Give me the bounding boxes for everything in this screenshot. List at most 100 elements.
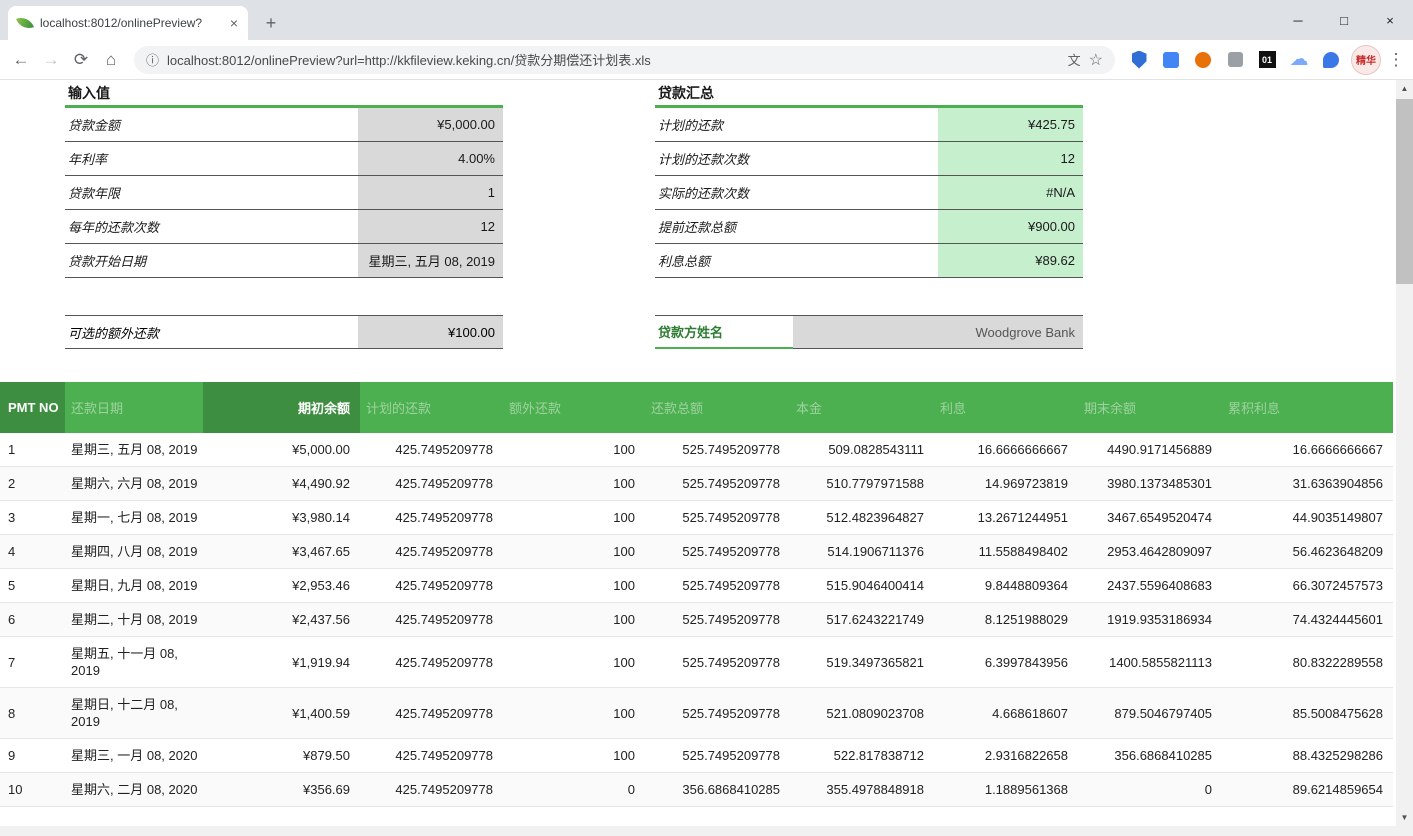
- vertical-scrollbar-thumb[interactable]: [1396, 99, 1413, 284]
- summary-label: 提前还款总额: [655, 210, 938, 243]
- cell-cumulative-interest: 85.5008475628: [1222, 706, 1393, 721]
- input-value: 1: [358, 176, 503, 209]
- cell-interest: 14.969723819: [934, 476, 1078, 491]
- cell-end-balance: 1400.5855821113: [1078, 655, 1222, 670]
- summary-value: #N/A: [938, 176, 1083, 209]
- extra-payment-label: 可选的额外还款: [65, 316, 358, 348]
- profile-avatar[interactable]: 精华: [1351, 45, 1381, 75]
- cell-principal: 521.0809023708: [790, 706, 934, 721]
- cell-begin-balance: ¥879.50: [203, 748, 360, 763]
- cell-pmt-no: 1: [0, 442, 65, 457]
- cell-cumulative-interest: 66.3072457573: [1222, 578, 1393, 593]
- cell-scheduled-payment: 425.7495209778: [360, 748, 503, 763]
- input-value: 4.00%: [358, 142, 503, 175]
- cell-begin-balance: ¥1,919.94: [203, 655, 360, 670]
- input-label: 贷款金额: [65, 108, 358, 141]
- input-row: 年利率 4.00%: [65, 142, 503, 176]
- cell-interest: 13.2671244951: [934, 510, 1078, 525]
- cell-total-payment: 525.7495209778: [645, 748, 790, 763]
- cell-cumulative-interest: 74.4324445601: [1222, 612, 1393, 627]
- cell-begin-balance: ¥5,000.00: [203, 442, 360, 457]
- window-close-button[interactable]: ×: [1367, 0, 1413, 40]
- tab-close-icon[interactable]: ×: [230, 15, 238, 31]
- cell-principal: 509.0828543111: [790, 442, 934, 457]
- cell-principal: 517.6243221749: [790, 612, 934, 627]
- reload-button[interactable]: ⟳: [66, 45, 96, 75]
- summary-row: 实际的还款次数 #N/A: [655, 176, 1083, 210]
- header-cumulative-interest: 累积利息: [1222, 382, 1393, 433]
- extension-blue-icon[interactable]: [1318, 47, 1344, 73]
- cell-extra-payment: 100: [503, 706, 645, 721]
- header-principal: 本金: [790, 382, 934, 433]
- cell-end-balance: 879.5046797405: [1078, 706, 1222, 721]
- back-button[interactable]: ←: [6, 45, 36, 75]
- cell-date: 星期二, 十月 08, 2019: [65, 603, 203, 636]
- cell-scheduled-payment: 425.7495209778: [360, 544, 503, 559]
- extension-01-badge[interactable]: 01: [1254, 47, 1280, 73]
- cell-total-payment: 525.7495209778: [645, 476, 790, 491]
- cell-extra-payment: 100: [503, 442, 645, 457]
- page-info-icon[interactable]: ⓘ: [146, 50, 159, 69]
- scroll-up-arrow-icon[interactable]: ▲: [1396, 80, 1413, 97]
- lender-label: 贷款方姓名: [655, 316, 793, 349]
- amortization-body: 1 星期三, 五月 08, 2019 ¥5,000.00 425.7495209…: [0, 433, 1393, 807]
- cell-extra-payment: 100: [503, 655, 645, 670]
- cell-end-balance: 1919.9353186934: [1078, 612, 1222, 627]
- scroll-down-arrow-icon[interactable]: ▼: [1396, 809, 1413, 826]
- forward-button[interactable]: →: [36, 45, 66, 75]
- cell-scheduled-payment: 425.7495209778: [360, 476, 503, 491]
- cell-pmt-no: 4: [0, 544, 65, 559]
- extra-payment-value: ¥100.00: [358, 316, 503, 348]
- cell-end-balance: 356.6868410285: [1078, 748, 1222, 763]
- amortization-row: 5 星期日, 九月 08, 2019 ¥2,953.46 425.7495209…: [0, 569, 1393, 603]
- cell-principal: 355.4978848918: [790, 782, 934, 797]
- input-label: 贷款年限: [65, 176, 358, 209]
- cell-total-payment: 525.7495209778: [645, 578, 790, 593]
- cell-interest: 6.3997843956: [934, 655, 1078, 670]
- browser-menu-icon[interactable]: ⋮: [1385, 50, 1407, 70]
- window-maximize-button[interactable]: □: [1321, 0, 1367, 40]
- cell-principal: 514.1906711376: [790, 544, 934, 559]
- amortization-row: 2 星期六, 六月 08, 2019 ¥4,490.92 425.7495209…: [0, 467, 1393, 501]
- input-rows: 贷款金额 ¥5,000.00 年利率 4.00% 贷款年限 1 每年的还款次数 …: [65, 108, 503, 278]
- extension-cloud-icon[interactable]: ☁: [1286, 47, 1312, 73]
- summary-label: 计划的还款: [655, 108, 938, 141]
- summary-section-title: 贷款汇总: [655, 80, 1083, 108]
- shield-shape: [1132, 51, 1147, 69]
- cell-cumulative-interest: 16.6666666667: [1222, 442, 1393, 457]
- extension-orange-icon[interactable]: [1190, 47, 1216, 73]
- extension-gray-icon[interactable]: [1222, 47, 1248, 73]
- summary-rows: 计划的还款 ¥425.75 计划的还款次数 12 实际的还款次数 #N/A 提前…: [655, 108, 1083, 278]
- summary-row: 计划的还款次数 12: [655, 142, 1083, 176]
- translate-icon[interactable]: 文: [1068, 50, 1081, 69]
- cell-extra-payment: 100: [503, 544, 645, 559]
- vertical-scrollbar[interactable]: ▲ ▼: [1396, 80, 1413, 826]
- cell-date: 星期一, 七月 08, 2019: [65, 501, 203, 534]
- cell-cumulative-interest: 56.4623648209: [1222, 544, 1393, 559]
- cell-total-payment: 525.7495209778: [645, 544, 790, 559]
- cell-total-payment: 525.7495209778: [645, 655, 790, 670]
- cell-scheduled-payment: 425.7495209778: [360, 655, 503, 670]
- cell-end-balance: 4490.9171456889: [1078, 442, 1222, 457]
- summary-label: 利息总额: [655, 244, 938, 277]
- home-button[interactable]: ⌂: [96, 45, 126, 75]
- cell-principal: 515.9046400414: [790, 578, 934, 593]
- amortization-row: 1 星期三, 五月 08, 2019 ¥5,000.00 425.7495209…: [0, 433, 1393, 467]
- bookmark-star-icon[interactable]: ☆: [1089, 50, 1103, 70]
- horizontal-scrollbar[interactable]: [0, 826, 1413, 836]
- cell-principal: 512.4823964827: [790, 510, 934, 525]
- extension-translate-icon[interactable]: [1158, 47, 1184, 73]
- cell-principal: 510.7797971588: [790, 476, 934, 491]
- summary-value: 12: [938, 142, 1083, 175]
- extension-shield-icon[interactable]: [1126, 47, 1152, 73]
- cell-pmt-no: 6: [0, 612, 65, 627]
- window-minimize-button[interactable]: ─: [1275, 0, 1321, 40]
- url-text[interactable]: localhost:8012/onlinePreview?url=http://…: [167, 50, 1060, 69]
- new-tab-button[interactable]: +: [258, 10, 284, 36]
- summary-row: 利息总额 ¥89.62: [655, 244, 1083, 278]
- browser-tab[interactable]: localhost:8012/onlinePreview? ×: [8, 6, 248, 40]
- summary-row: 计划的还款 ¥425.75: [655, 108, 1083, 142]
- cell-end-balance: 2953.4642809097: [1078, 544, 1222, 559]
- address-bar[interactable]: ⓘ localhost:8012/onlinePreview?url=http:…: [134, 46, 1115, 74]
- cell-scheduled-payment: 425.7495209778: [360, 612, 503, 627]
